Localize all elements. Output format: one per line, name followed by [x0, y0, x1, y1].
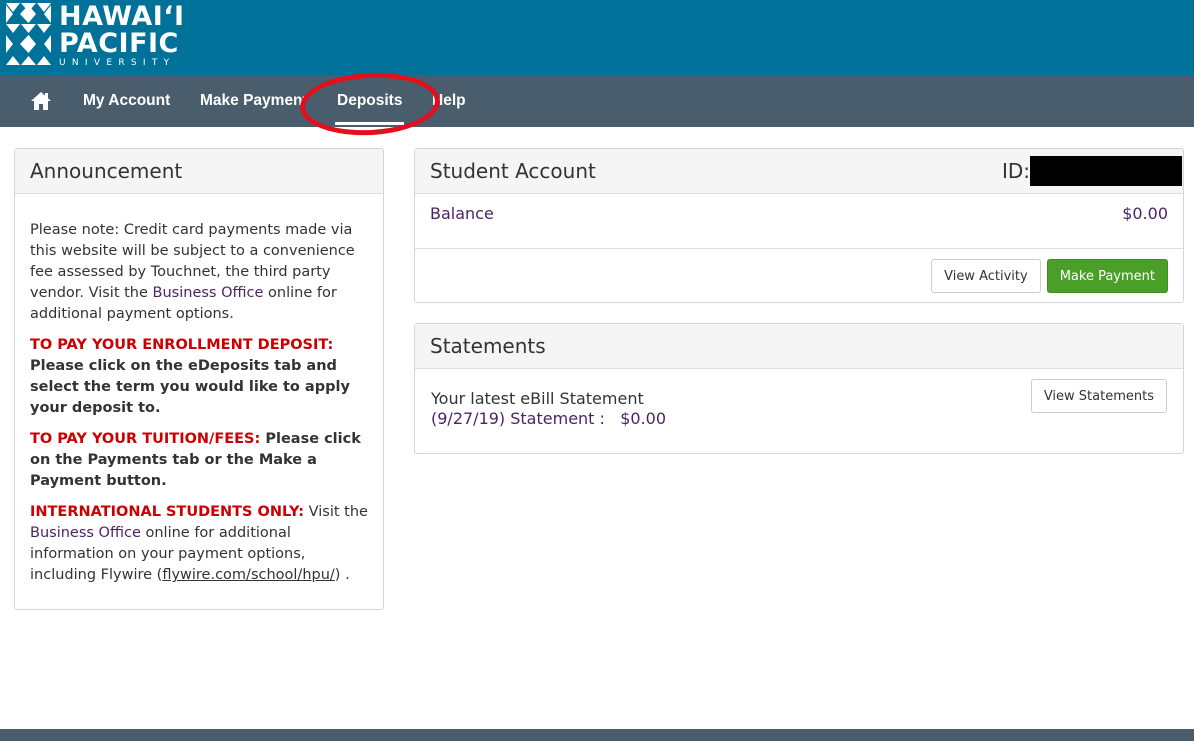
- announcement-title: Announcement: [15, 149, 383, 194]
- statements-body: Your latest eBill Statement (9/27/19) St…: [415, 369, 1183, 429]
- enrollment-deposit-text: Please click on the eDeposits tab and se…: [30, 358, 350, 416]
- statements-panel: Statements Your latest eBill Statement (…: [414, 323, 1184, 454]
- balance-row: Balance $0.00: [415, 194, 1183, 249]
- statement-date: (9/27/19) Statement :: [431, 409, 605, 428]
- announcement-panel: Announcement Please note: Credit card pa…: [14, 148, 384, 610]
- student-account-heading: Student Account ID:: [415, 149, 1183, 194]
- logo-wordmark: HAWAI‘I PACIFIC UNIVERSITY: [59, 3, 185, 69]
- student-account-title: Student Account: [430, 159, 596, 183]
- nav-my-account[interactable]: My Account: [83, 92, 170, 110]
- nav-make-payment[interactable]: Make Payment: [200, 92, 304, 110]
- home-icon[interactable]: [30, 91, 52, 111]
- student-id-redaction: [1030, 156, 1182, 186]
- international-heading: INTERNATIONAL STUDENTS ONLY:: [30, 504, 305, 520]
- view-statements-button[interactable]: View Statements: [1030, 379, 1167, 413]
- tuition-note: TO PAY YOUR TUITION/FEES: Please click o…: [30, 429, 368, 492]
- announcement-body: Please note: Credit card payments made v…: [15, 194, 383, 586]
- flywire-link[interactable]: flywire.com/school/hpu/: [162, 567, 334, 583]
- student-id-label: ID:: [1001, 159, 1030, 183]
- statements-title: Statements: [415, 324, 1183, 369]
- balance-label: Balance: [430, 204, 494, 223]
- page-footer: [0, 729, 1194, 741]
- logo-line-hawaii: HAWAI‘I: [59, 1, 185, 32]
- student-id: ID:: [1001, 156, 1182, 186]
- enrollment-deposit-note: TO PAY YOUR ENROLLMENT DEPOSIT: Please cl…: [30, 335, 368, 419]
- international-text-end: ) .: [334, 567, 350, 583]
- view-activity-button[interactable]: View Activity: [931, 259, 1041, 293]
- hpu-logo[interactable]: HAWAI‘I PACIFIC UNIVERSITY: [6, 3, 185, 69]
- logo-mark-icon: [6, 3, 51, 65]
- student-account-panel: Student Account ID: Balance $0.00 View A…: [414, 148, 1184, 303]
- balance-value: $0.00: [1122, 204, 1168, 223]
- enrollment-deposit-heading: TO PAY YOUR ENROLLMENT DEPOSIT:: [30, 337, 334, 353]
- tuition-heading: TO PAY YOUR TUITION/FEES:: [30, 431, 261, 447]
- international-text: Visit the: [304, 504, 368, 520]
- statement-amount: $0.00: [620, 409, 666, 428]
- logo-line-pacific: PACIFIC: [59, 28, 179, 59]
- account-actions: View Activity Make Payment: [931, 259, 1168, 293]
- international-note: INTERNATIONAL STUDENTS ONLY: Visit the B…: [30, 502, 368, 586]
- announcement-note: Please note: Credit card payments made v…: [30, 220, 368, 325]
- nav-make-payment-wrap: Make Payment: [200, 92, 304, 112]
- logo-line-university: UNIVERSITY: [59, 58, 176, 68]
- make-payment-button[interactable]: Make Payment: [1046, 259, 1168, 293]
- business-office-link[interactable]: Business Office: [153, 285, 264, 301]
- business-office-link-2[interactable]: Business Office: [30, 525, 141, 541]
- main-nav: My Account Make Payment Deposits Help: [0, 75, 1194, 127]
- site-header: HAWAI‘I PACIFIC UNIVERSITY: [0, 0, 1194, 75]
